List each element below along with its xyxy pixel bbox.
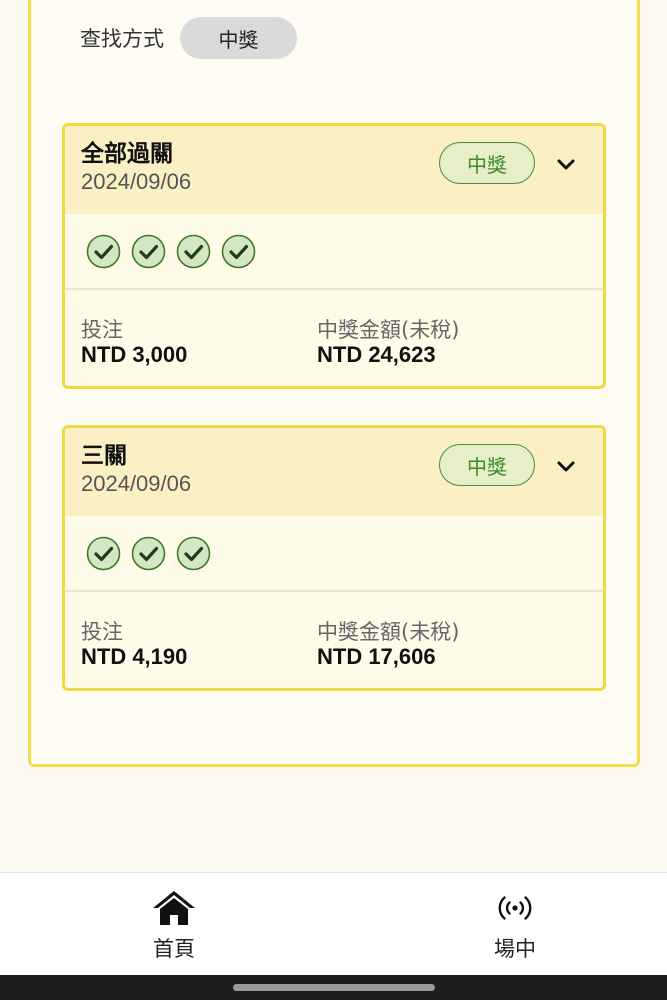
payout-label: 中獎金額(未稅) bbox=[317, 318, 460, 342]
legs-row bbox=[65, 214, 603, 290]
check-circle-icon bbox=[131, 234, 166, 268]
bet-card[interactable]: 三關 2024/09/06 中獎 投注 NTD 4,190 中獎金額(未稅) N… bbox=[62, 425, 606, 691]
check-circle-icon bbox=[176, 234, 211, 268]
stake-value: NTD 4,190 bbox=[81, 644, 188, 669]
payout-block: 中獎金額(未稅) NTD 17,606 bbox=[317, 620, 459, 670]
expand-button[interactable] bbox=[551, 454, 581, 480]
check-circle-icon bbox=[221, 234, 256, 268]
bet-card-header[interactable]: 三關 2024/09/06 中獎 bbox=[65, 428, 603, 516]
stake-block: 投注 NTD 3,000 bbox=[81, 318, 187, 368]
nav-label-home: 首頁 bbox=[153, 937, 195, 961]
amounts-row: 投注 NTD 4,190 中獎金額(未稅) NTD 17,606 bbox=[65, 592, 603, 688]
stake-value: NTD 3,000 bbox=[81, 342, 188, 367]
check-circle-icon bbox=[176, 536, 211, 570]
stake-label: 投注 bbox=[81, 318, 123, 342]
expand-button[interactable] bbox=[551, 152, 581, 178]
home-indicator[interactable] bbox=[233, 984, 435, 991]
filter-chip-won[interactable]: 中獎 bbox=[180, 17, 297, 59]
check-circle-icon bbox=[86, 234, 121, 268]
home-icon bbox=[151, 887, 197, 929]
stake-block: 投注 NTD 4,190 bbox=[81, 620, 187, 670]
live-broadcast-icon bbox=[497, 887, 533, 929]
status-badge: 中獎 bbox=[439, 142, 535, 184]
filter-row: 查找方式 中獎 bbox=[80, 17, 297, 59]
amounts-row: 投注 NTD 3,000 中獎金額(未稅) NTD 24,623 bbox=[65, 290, 603, 386]
payout-value: NTD 24,623 bbox=[317, 342, 436, 367]
bet-card[interactable]: 全部過關 2024/09/06 中獎 投注 NTD 3,000 中獎金額(未稅)… bbox=[62, 123, 606, 389]
bottom-nav: 首頁 場中 bbox=[0, 872, 667, 975]
payout-label: 中獎金額(未稅) bbox=[317, 620, 460, 644]
nav-label-live: 場中 bbox=[494, 937, 536, 961]
nav-item-home[interactable]: 首頁 bbox=[114, 887, 234, 963]
status-badge: 中獎 bbox=[439, 444, 535, 486]
check-circle-icon bbox=[131, 536, 166, 570]
bet-card-header[interactable]: 全部過關 2024/09/06 中獎 bbox=[65, 126, 603, 214]
payout-block: 中獎金額(未稅) NTD 24,623 bbox=[317, 318, 459, 368]
chevron-down-icon bbox=[557, 159, 575, 170]
chevron-down-icon bbox=[557, 461, 575, 472]
legs-row bbox=[65, 516, 603, 592]
check-circle-icon bbox=[86, 536, 121, 570]
stake-label: 投注 bbox=[81, 620, 123, 644]
payout-value: NTD 17,606 bbox=[317, 644, 436, 669]
filter-label: 查找方式 bbox=[80, 27, 164, 51]
nav-item-live[interactable]: 場中 bbox=[455, 887, 575, 963]
system-navigation-bar bbox=[0, 975, 667, 1000]
